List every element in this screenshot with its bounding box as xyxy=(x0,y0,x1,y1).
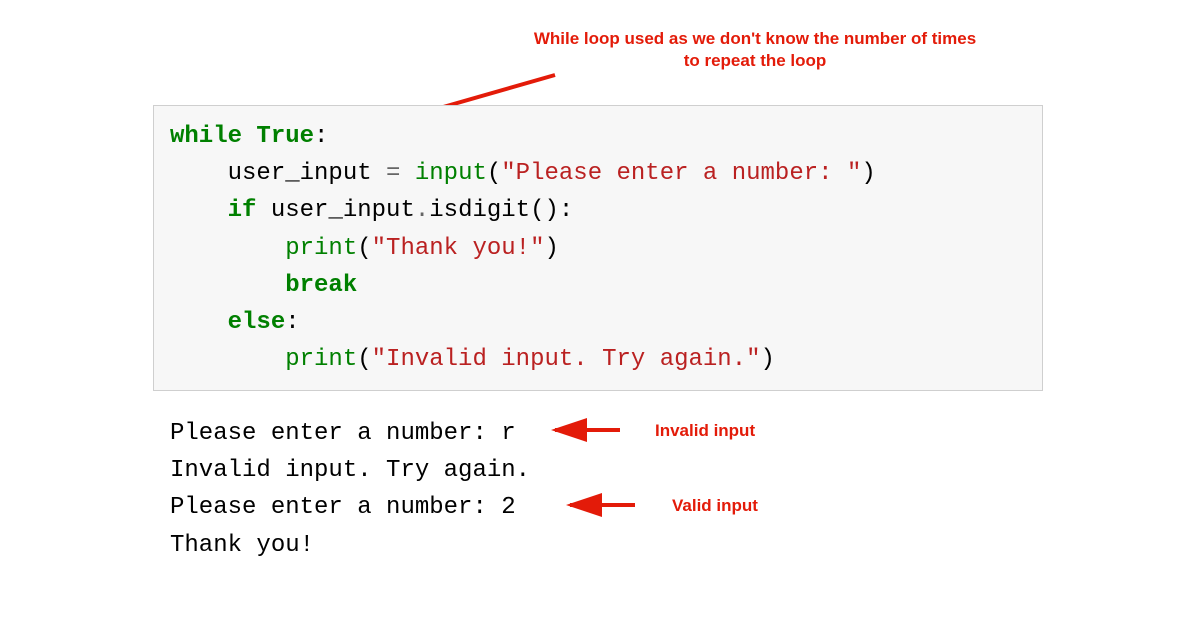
annotation-valid: Valid input xyxy=(672,496,758,516)
arrow-valid xyxy=(0,0,1200,630)
